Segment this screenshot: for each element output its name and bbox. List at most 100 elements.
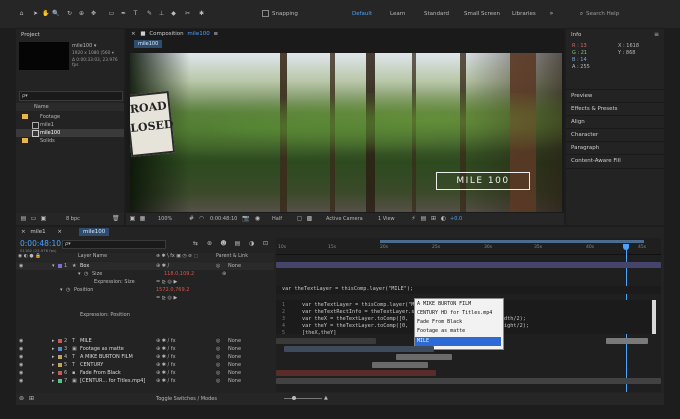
expand-chevron-icon[interactable]: ▾ [60,286,63,294]
take-snapshot-icon[interactable]: 📷 [242,215,249,222]
visibility-eye-icon[interactable]: ◉ [19,345,23,353]
panel-effects-presets[interactable]: Effects & Presets [566,102,664,116]
home-icon[interactable]: ⌂ [18,10,25,17]
selection-tool-icon[interactable]: ➤ [32,10,39,17]
pen-tool-icon[interactable]: ✒ [120,10,127,17]
exposure-icon[interactable]: ◐ [440,215,447,222]
label-color-swatch[interactable] [58,371,62,375]
timeline-toggle-icon[interactable]: ▤ [420,215,427,222]
eraser-tool-icon[interactable]: ◆ [170,10,177,17]
zoom-in-icon[interactable]: ▲ [324,395,328,401]
visibility-eye-icon[interactable]: ◉ [19,337,23,345]
parent-dropdown[interactable]: None [228,337,241,345]
close-icon[interactable]: × [57,229,62,235]
layer-switches-icons[interactable]: ⊕ ✱ / fx [156,337,176,345]
camera-dropdown[interactable]: Active Camera [326,216,363,222]
layer-switches-icons[interactable]: ⊕ ✱ / fx [156,345,176,353]
workspace-learn[interactable]: Learn [390,11,405,17]
expression-controls-icons[interactable]: = ⊵ ◎ ▶ [156,278,177,286]
layer-bar-footage[interactable] [284,346,434,352]
expand-switches-icon[interactable]: ⊞ [28,395,35,402]
layer-row[interactable]: ◉ ▸ 3 ▣ Footage as matte ⊕ ✱ / fx ◎ None [16,345,274,353]
expression-position-controls-row[interactable]: = ⊵ ◎ ▶ [16,294,274,302]
parent-pickwhip-icon[interactable]: ◎ [216,369,220,377]
panel-content-aware-fill[interactable]: Content-Aware Fill [566,154,664,169]
layer-bar-century[interactable] [372,362,428,368]
puppet-tool-icon[interactable]: ✱ [198,10,205,17]
label-color-swatch[interactable] [58,264,62,268]
playhead-handle[interactable] [623,244,629,250]
panel-character[interactable]: Character [566,128,664,142]
shy-layers-icon[interactable]: ☻ [220,240,227,247]
stopwatch-icon[interactable]: ◷ [66,286,70,294]
layer-bar-burton[interactable] [396,354,452,360]
layer-bar-mile-end[interactable] [606,338,648,344]
camera-tool-icon[interactable]: ⊕ [78,10,85,17]
current-time-display[interactable]: 0:00:48:10 [210,216,237,222]
workspace-libraries[interactable]: Libraries [512,11,536,17]
brush-tool-icon[interactable]: ✎ [146,10,153,17]
transparency-toggle-icon[interactable]: ▩ [306,215,313,222]
timeline-search-input[interactable]: ρ▾ [62,240,166,249]
layer-name[interactable]: Fade From Black [80,369,121,377]
layer-name[interactable]: MILE [80,337,92,345]
visibility-eye-icon[interactable]: ◉ [19,369,23,377]
label-color-swatch[interactable] [58,379,62,383]
parent-dropdown[interactable]: None [228,361,241,369]
property-position-row[interactable]: ▾ ◷ Position 1572.0,769.2 [16,286,274,294]
panel-align[interactable]: Align [566,115,664,129]
link-pickwhip-icon[interactable]: ⊛ [222,270,226,278]
layer-row[interactable]: ◉ ▸ 4 T A MIKE BURTON FILM ⊕ ✱ / fx ◎ None [16,353,274,361]
comp-mini-flowchart-icon[interactable]: ⇆ [192,240,199,247]
frame-blending-icon[interactable]: ▤ [234,240,241,247]
zoom-dropdown[interactable]: 100% [158,216,172,222]
workspace-standard[interactable]: Standard [424,11,449,17]
rotate-tool-icon[interactable]: ↻ [66,10,73,17]
expand-chevron-icon[interactable]: ▸ [52,361,55,369]
new-folder-icon[interactable]: ▭ [30,215,37,222]
panel-preview[interactable]: Preview [566,89,664,103]
work-area-bar[interactable] [380,240,644,243]
expression-size-row[interactable]: Expression: Size = ⊵ ◎ ▶ [16,278,274,286]
visibility-eye-icon[interactable]: ◉ [19,361,23,369]
rectangle-tool-icon[interactable]: ▭ [108,10,115,17]
expand-chevron-icon[interactable]: ▸ [52,345,55,353]
close-icon[interactable]: × [131,31,136,37]
project-item-footage[interactable]: Footage [16,113,124,121]
autocomplete-item[interactable]: A MIKE BURTON FILM [417,300,471,309]
expand-chevron-icon[interactable]: ▸ [52,377,55,385]
parent-dropdown[interactable]: None [228,369,241,377]
expand-chevron-icon[interactable]: ▾ [78,270,81,278]
zoom-slider-handle[interactable] [292,396,296,400]
autocomplete-item[interactable]: Footage as matte [417,327,465,336]
expand-chevron-icon[interactable]: ▾ [52,262,55,270]
interpret-footage-icon[interactable]: ▤ [20,215,27,222]
time-ruler[interactable]: 10s 15s 20s 25s 30s 35s 40s 45s [276,244,661,255]
workspace-default[interactable]: Default [352,11,372,17]
expand-chevron-icon[interactable]: ▸ [52,369,55,377]
visibility-eye-icon[interactable]: ◉ [19,262,23,270]
expand-chevron-icon[interactable]: ▸ [52,353,55,361]
visibility-eye-icon[interactable]: ◉ [19,353,23,361]
visibility-eye-icon[interactable]: ◉ [19,377,23,385]
layer-switches-icons[interactable]: ⊕ ✱ / fx [156,369,176,377]
timeline-tab-mile100[interactable]: mile100 [79,228,110,236]
layer-name[interactable]: CENTURY [80,361,103,369]
expression-scrollbar[interactable] [652,300,656,334]
resolution-dropdown[interactable]: Half [272,216,282,222]
project-item-mile1[interactable]: mile1 [16,121,124,129]
layer-row[interactable]: ◉ ▸ 2 T MILE ⊕ ✱ / fx ◎ None [16,337,274,345]
label-color-swatch[interactable] [58,363,62,367]
layer-switches-icons[interactable]: ⊕ ✱ / fx [156,377,176,385]
workspace-small-screen[interactable]: Small Screen [464,11,500,17]
timeline-tab-mile1[interactable]: mile1 [30,229,45,235]
flowchart-icon[interactable]: ⊞ [430,215,437,222]
layer-row[interactable]: ◉ ▾ 1 ★ Box ⊕ ✱ / ◎ None [16,262,274,270]
expand-chevron-icon[interactable]: ▸ [52,337,55,345]
clone-tool-icon[interactable]: ⊥ [158,10,165,17]
parent-pickwhip-icon[interactable]: ◎ [216,337,220,345]
new-comp-icon[interactable]: ▣ [40,215,47,222]
parent-pickwhip-icon[interactable]: ◎ [216,262,220,270]
parent-dropdown[interactable]: None [228,262,241,270]
snapping-checkbox-icon[interactable] [262,10,269,17]
